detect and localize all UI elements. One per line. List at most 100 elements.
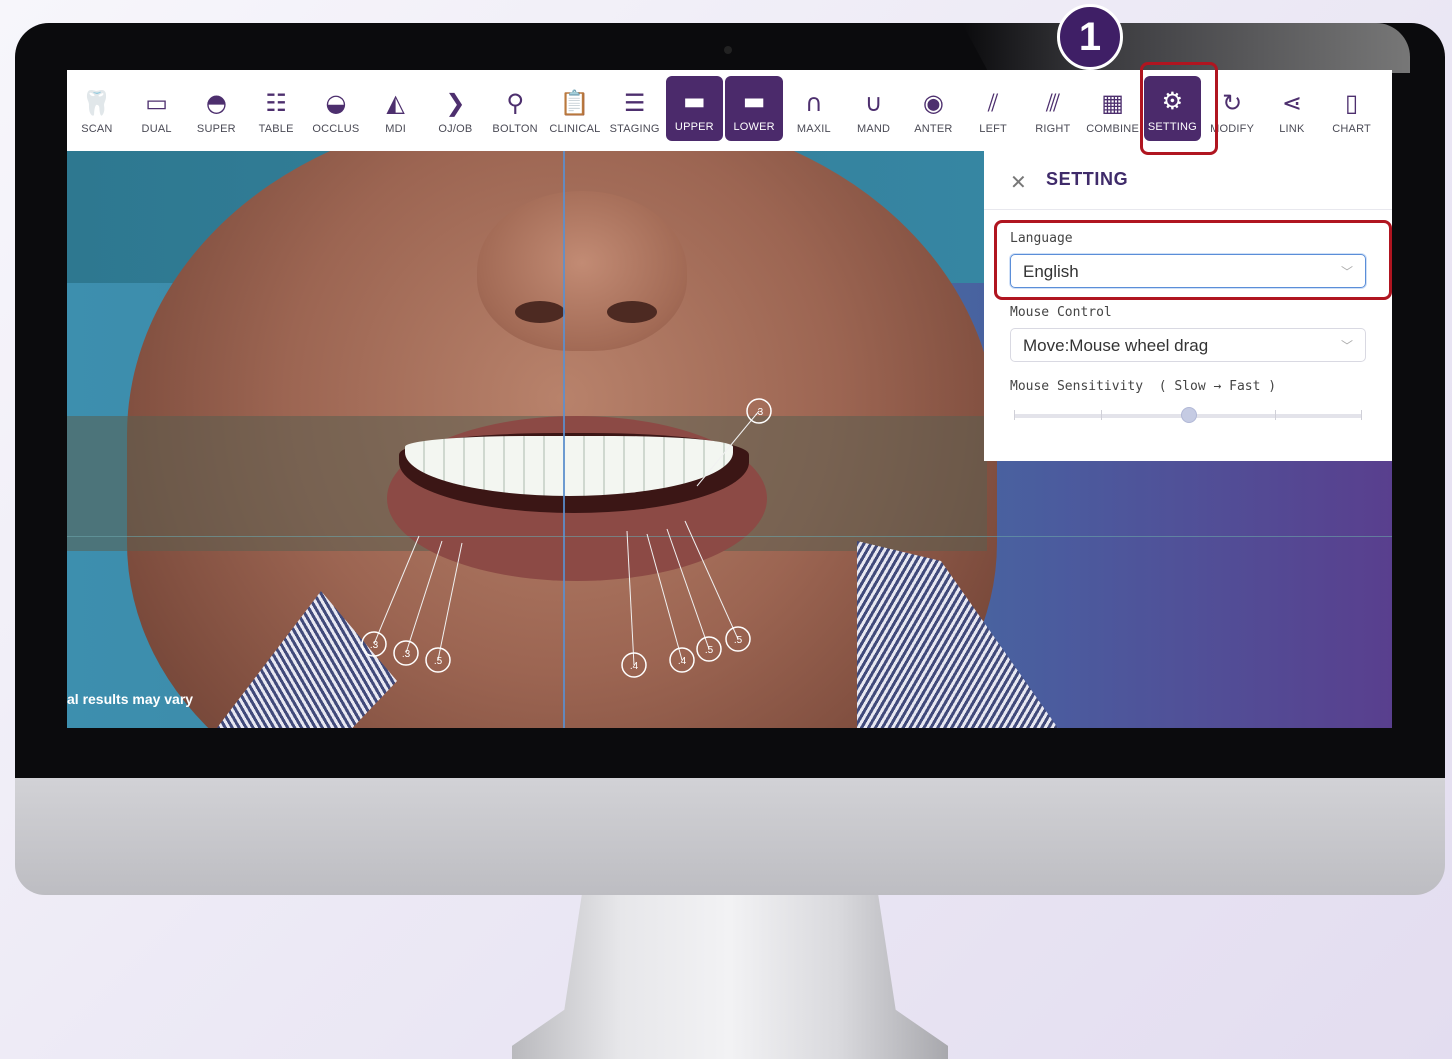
- bolton-tooth-icon: ⚲: [506, 88, 524, 117]
- dual-monitor-icon: ▭: [145, 88, 168, 117]
- ojob-icon: ❯: [445, 88, 466, 117]
- language-highlight-box: [994, 220, 1392, 300]
- annotation-value: .3: [755, 407, 764, 418]
- toolbar-button-clinical[interactable]: 📋 CLINICAL: [545, 70, 605, 151]
- combine-icon: ▦: [1101, 88, 1124, 117]
- toolbar-button-dual[interactable]: ▭ DUAL: [127, 70, 187, 151]
- toolbar-label: CHART: [1332, 122, 1371, 135]
- toolbar-button-link[interactable]: ⋖ LINK: [1262, 70, 1322, 151]
- annotation-value: .3: [402, 649, 411, 660]
- toolbar-button-chart[interactable]: ▯ CHART: [1322, 70, 1382, 151]
- panel-divider: [984, 209, 1392, 210]
- toolbar-button-bolton[interactable]: ⚲ BOLTON: [485, 70, 545, 151]
- slider-tick: [1101, 410, 1102, 420]
- toolbar-label: SCAN: [81, 122, 113, 135]
- annotation-leader-line: [696, 410, 760, 487]
- slider-tick: [1361, 410, 1362, 420]
- camera-dot: [724, 46, 732, 54]
- toolbar-label: OCCLUS: [312, 122, 360, 135]
- table-icon: ☷: [265, 88, 287, 117]
- staging-lines-icon: ☰: [623, 88, 646, 117]
- right-view-icon: ⫻: [1045, 88, 1061, 117]
- toolbar-button-lower[interactable]: ▬ LOWER: [725, 76, 783, 141]
- toolbar-label: MDI: [385, 122, 406, 135]
- annotation-value: .5: [705, 645, 714, 656]
- toolbar-label: LINK: [1279, 122, 1305, 135]
- lower-arch-icon: ▬: [742, 86, 766, 115]
- toolbar-button-staging[interactable]: ☰ STAGING: [605, 70, 665, 151]
- toolbar-label: MAND: [857, 122, 891, 135]
- close-icon[interactable]: ✕: [1010, 170, 1027, 194]
- toolbar-button-super[interactable]: ◓ SUPER: [187, 70, 247, 151]
- annotation-value: .3: [370, 640, 379, 651]
- annotation-leader-line: [626, 530, 635, 666]
- annotation-leader-line: [646, 533, 683, 661]
- toolbar-label: ANTER: [914, 122, 953, 135]
- refresh-icon: ↻: [1222, 88, 1243, 117]
- toolbar-button-upper[interactable]: ▬ UPPER: [665, 76, 724, 141]
- toolbar-label: TABLE: [258, 122, 294, 135]
- toolbar-button-right[interactable]: ⫻ RIGHT: [1023, 70, 1083, 151]
- toolbar-label: SUPER: [196, 122, 236, 135]
- disclaimer-text: al results may vary: [67, 691, 194, 707]
- toolbar-label: CLINICAL: [549, 122, 601, 135]
- toolbar-button-occlus[interactable]: ◒ OCCLUS: [306, 70, 366, 151]
- mouse-control-select[interactable]: Move:Mouse wheel drag ﹀: [1010, 328, 1366, 362]
- toolbar-label: RIGHT: [1035, 122, 1071, 135]
- settings-panel: ✕ SETTING Language English ﹀ Mouse Contr…: [984, 151, 1392, 461]
- slider-tick: [1275, 410, 1276, 420]
- toolbar-label: OJ/OB: [438, 122, 473, 135]
- toolbar-button-left[interactable]: ⫽ LEFT: [963, 70, 1023, 151]
- toolbar-label: MAXIL: [796, 122, 831, 135]
- maxillary-icon: ∩: [805, 88, 823, 117]
- share-icon: ⋖: [1281, 88, 1302, 117]
- annotation-leader-line: [684, 520, 739, 640]
- setting-highlight-box: [1140, 62, 1218, 155]
- toolbar-button-scan[interactable]: 🦷 SCAN: [67, 70, 127, 151]
- sensitivity-slider-handle[interactable]: [1181, 407, 1197, 423]
- monitor-chin: [15, 778, 1445, 895]
- annotation-layer: .3 .3 .3 .5 .4 .4 .5 .5: [361, 398, 772, 678]
- mandibular-icon: ∪: [864, 88, 883, 117]
- tooth-chart-icon: ▯: [1345, 88, 1359, 117]
- mdi-icon: ◭: [386, 88, 405, 117]
- chevron-down-icon: ﹀: [1340, 339, 1353, 353]
- superimpose-icon: ◓: [205, 88, 227, 117]
- annotation-value: .4: [630, 661, 639, 672]
- anterior-icon: ◉: [922, 88, 944, 117]
- mouse-control-label: Mouse Control: [1010, 305, 1112, 320]
- toolbar-label: BOLTON: [492, 122, 538, 135]
- toolbar-label: DUAL: [141, 122, 172, 135]
- toolbar-label: STAGING: [609, 122, 660, 135]
- toolbar-button-table[interactable]: ☷ TABLE: [246, 70, 306, 151]
- toolbar-label: COMBINE: [1086, 122, 1139, 135]
- toolbar-button-maxil[interactable]: ∩ MAXIL: [784, 70, 844, 151]
- toolbar-button-anter[interactable]: ◉ ANTER: [904, 70, 964, 151]
- toolbar-button-mdi[interactable]: ◭ MDI: [366, 70, 426, 151]
- sensitivity-label: Mouse Sensitivity ( Slow → Fast ): [1010, 379, 1277, 394]
- annotation-leader-line: [437, 542, 463, 661]
- scan-tooth-icon: 🦷: [81, 88, 112, 117]
- annotation-leader-line: [373, 535, 420, 645]
- toolbar-button-combine[interactable]: ▦ COMBINE: [1083, 70, 1143, 151]
- annotation-leader-line: [405, 540, 443, 654]
- toolbar-button-ojob[interactable]: ❯ OJ/OB: [426, 70, 486, 151]
- toolbar-button-mand[interactable]: ∪ MAND: [844, 70, 904, 151]
- toolbar-label: LOWER: [733, 120, 775, 133]
- step-number-badge: 1: [1057, 4, 1123, 70]
- annotation-value: .5: [734, 635, 743, 646]
- slider-tick: [1014, 410, 1015, 420]
- toolbar-label: UPPER: [674, 120, 714, 133]
- mouse-control-value: Move:Mouse wheel drag: [1023, 336, 1209, 355]
- upper-arch-icon: ▬: [683, 86, 706, 115]
- left-view-icon: ⫽: [987, 88, 999, 117]
- settings-title: SETTING: [1046, 169, 1129, 189]
- annotation-value: .4: [678, 656, 687, 667]
- annotation-value: .5: [434, 656, 443, 667]
- clipboard-icon: 📋: [559, 88, 590, 117]
- toolbar-label: LEFT: [979, 122, 1007, 135]
- app-screen: 🦷 SCAN ▭ DUAL ◓ SUPER ☷ TABLE ◒ OCCLUS ◭ MDI ❯ OJ/OB ⚲…: [67, 70, 1392, 728]
- occlusion-icon: ◒: [325, 88, 347, 117]
- monitor-stand: [512, 895, 948, 1059]
- annotation-leader-line: [666, 528, 710, 650]
